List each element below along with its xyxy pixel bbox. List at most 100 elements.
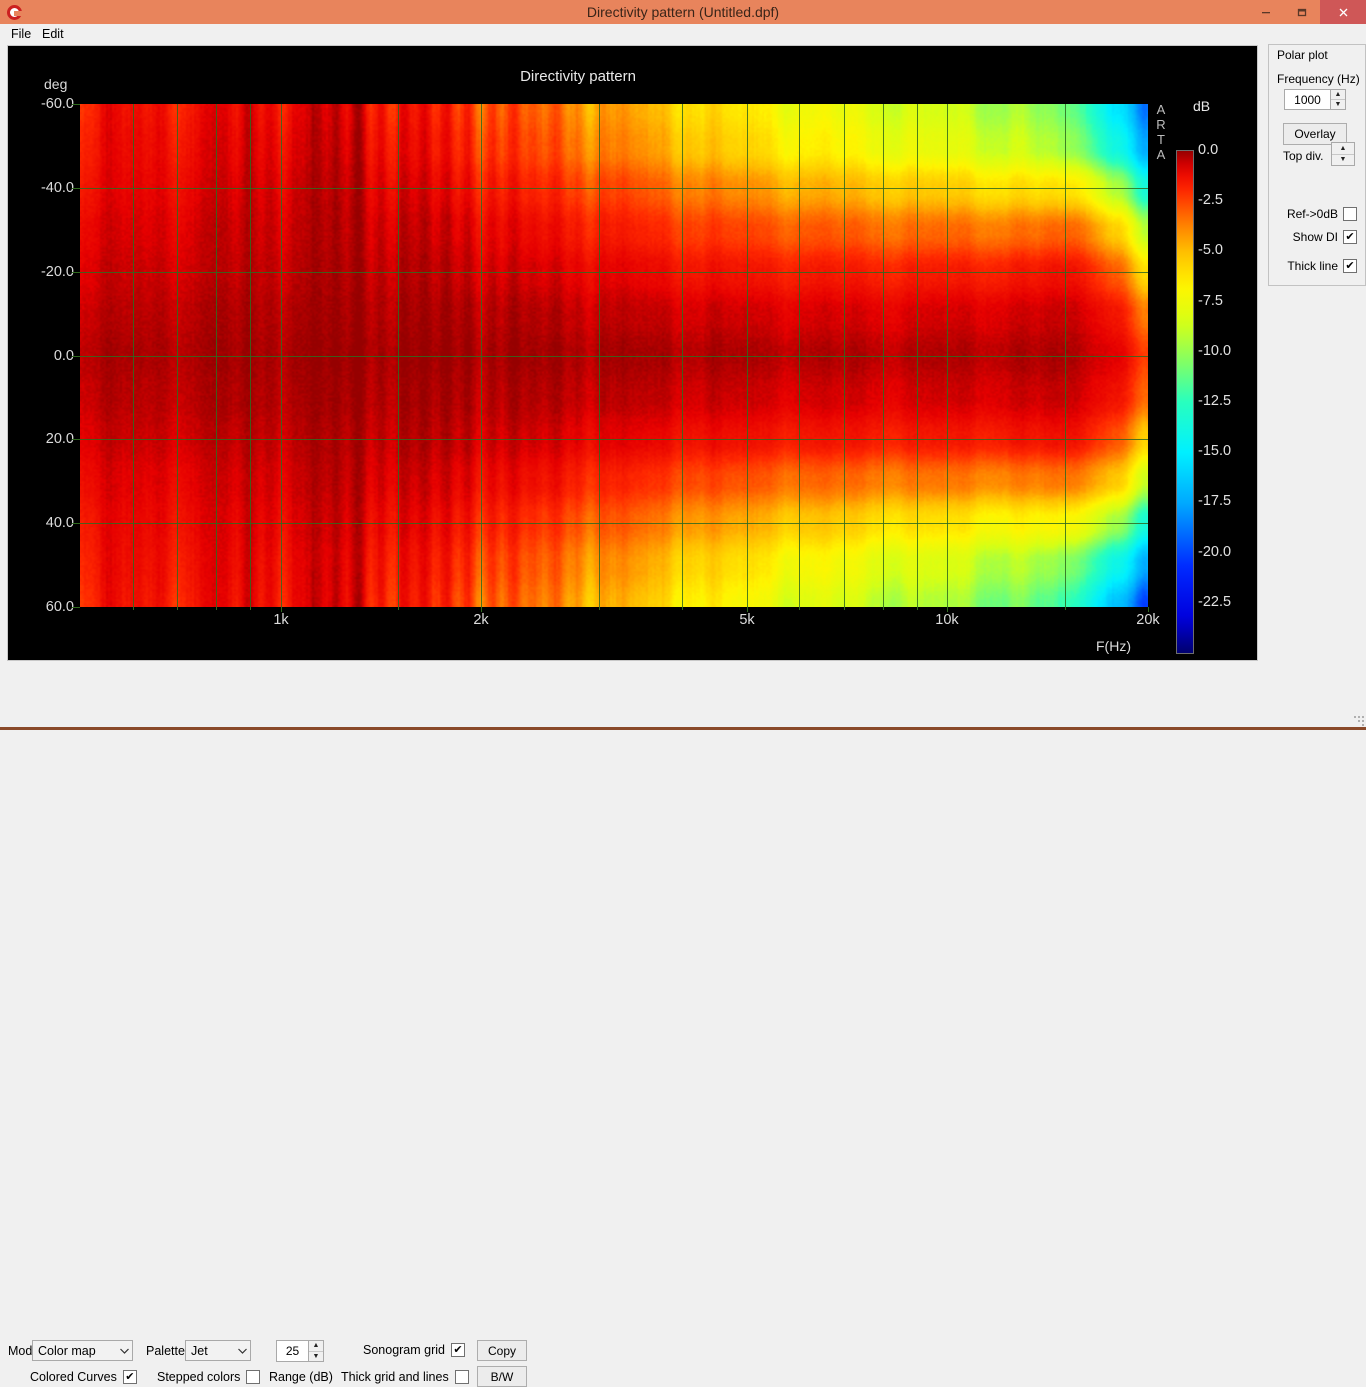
x-axis-label: F(Hz): [1096, 638, 1131, 654]
top-div-up-icon[interactable]: ▲: [1332, 143, 1354, 155]
x-axis-tick: [216, 607, 217, 610]
colorbar-tick-label: -20.0: [1198, 543, 1232, 560]
stepped-colors-label: Stepped colors: [157, 1370, 241, 1384]
y-axis-tick: [72, 439, 80, 440]
x-axis-tick: [177, 607, 178, 610]
sonogram-grid-checkbox[interactable]: ✔: [451, 1343, 465, 1357]
range-stepper[interactable]: 25 ▲ ▼: [276, 1340, 324, 1362]
y-axis-tick: [72, 523, 80, 524]
bw-button[interactable]: B/W: [477, 1366, 527, 1387]
thick-grid-label: Thick grid and lines: [341, 1370, 449, 1384]
thick-line-label: Thick line: [1287, 259, 1338, 273]
chevron-down-icon[interactable]: [234, 1348, 250, 1354]
x-axis-tick: [1065, 607, 1066, 610]
sonogram-image: [80, 104, 1148, 607]
x-axis-tick: [398, 607, 399, 610]
colorbar: [1176, 150, 1194, 654]
range-down-icon[interactable]: ▼: [309, 1351, 323, 1361]
y-axis-labels: -60.0 -40.0 -20.0 0.0 20.0 40.0 60.0: [8, 96, 74, 615]
x-axis-tick-label: 20k: [1136, 612, 1160, 628]
palette-select[interactable]: Jet: [185, 1340, 251, 1361]
x-axis-tick: [799, 607, 800, 610]
colorbar-unit: dB: [1193, 98, 1211, 114]
y-axis-tick: [72, 607, 80, 608]
x-axis-tick-label: 1k: [273, 612, 289, 628]
colorbar-tick-label: -5.0: [1198, 242, 1223, 259]
x-axis-tick: [844, 607, 845, 610]
top-div-stepper[interactable]: ▲ ▼: [1331, 142, 1355, 166]
colorbar-tick-label: -15.0: [1198, 443, 1232, 460]
y-axis-tick-label: -20.0: [40, 264, 74, 280]
menu-edit[interactable]: Edit: [36, 24, 70, 44]
range-value[interactable]: 25: [277, 1341, 308, 1361]
ref-0db-checkbox[interactable]: [1343, 207, 1357, 221]
mode-select[interactable]: Color map: [32, 1340, 133, 1361]
title-bar: Directivity pattern (Untitled.dpf): [0, 0, 1366, 25]
colorbar-tick-label: -12.5: [1198, 393, 1232, 409]
range-label: Range (dB): [269, 1370, 333, 1384]
window-title: Directivity pattern (Untitled.dpf): [586, 4, 780, 20]
range-up-icon[interactable]: ▲: [309, 1341, 323, 1352]
colorbar-tick-label: -7.5: [1198, 292, 1223, 309]
colorbar-tick-label: 0.0: [1198, 142, 1219, 158]
colored-curves-label: Colored Curves: [30, 1370, 117, 1384]
top-div-label: Top div.: [1283, 149, 1324, 163]
thick-grid-row[interactable]: Thick grid and lines: [341, 1370, 469, 1384]
close-button[interactable]: [1320, 0, 1366, 24]
sonogram-grid-row[interactable]: Sonogram grid ✔: [363, 1343, 465, 1357]
palette-label: Palette: [146, 1344, 185, 1358]
y-axis-tick-label: -60.0: [40, 96, 74, 112]
stepped-colors-checkbox[interactable]: [246, 1370, 261, 1384]
y-axis-tick-label: -40.0: [40, 180, 74, 196]
y-axis-tick-label: 60.0: [45, 599, 74, 615]
polar-plot-title: Polar plot: [1277, 48, 1328, 62]
show-di-checkbox[interactable]: ✔: [1343, 230, 1357, 244]
arta-watermark: ARTA: [1156, 102, 1166, 162]
x-axis-tick-label: 10k: [935, 612, 959, 628]
x-axis-tick: [682, 607, 683, 610]
y-axis-tick-label: 0.0: [53, 348, 74, 364]
colored-curves-checkbox[interactable]: ✔: [122, 1370, 137, 1384]
bottom-toolbar: Mode Color map Colored Curves ✔ Palette …: [0, 666, 1366, 1387]
thick-line-checkbox[interactable]: ✔: [1343, 259, 1357, 273]
y-axis-tick: [72, 356, 80, 357]
frequency-value[interactable]: 1000: [1285, 90, 1330, 109]
frequency-stepper[interactable]: 1000 ▲ ▼: [1284, 89, 1346, 110]
mode-value: Color map: [38, 1343, 96, 1358]
copy-button[interactable]: Copy: [477, 1340, 527, 1361]
ref-0db-label: Ref->0dB: [1286, 207, 1338, 221]
x-axis-tick-label: 2k: [473, 612, 489, 628]
y-axis-unit: deg: [44, 76, 68, 92]
menu-file[interactable]: File: [5, 24, 37, 44]
stepped-colors-row[interactable]: Stepped colors: [157, 1370, 261, 1384]
x-axis-tick-label: 5k: [739, 612, 755, 628]
y-axis-tick-label: 20.0: [45, 431, 74, 447]
resize-grip[interactable]: [1350, 712, 1364, 726]
minimize-button[interactable]: [1248, 0, 1284, 24]
plot-title: Directivity pattern: [520, 68, 636, 85]
ref-0db-checkbox-row[interactable]: Ref->0dB: [1287, 207, 1357, 221]
frequency-down-icon[interactable]: ▼: [1331, 100, 1345, 109]
frequency-label: Frequency (Hz): [1277, 72, 1360, 86]
polar-plot-panel: Polar plot Frequency (Hz) 1000 ▲ ▼ Overl…: [1268, 44, 1366, 286]
top-div-down-icon[interactable]: ▼: [1332, 154, 1354, 165]
maximize-button[interactable]: [1284, 0, 1320, 24]
frequency-up-icon[interactable]: ▲: [1331, 90, 1345, 100]
colored-curves-row[interactable]: Colored Curves ✔: [30, 1370, 137, 1384]
x-axis-tick: [133, 607, 134, 610]
menu-bar: File Edit: [0, 24, 1366, 44]
app-window: Directivity pattern (Untitled.dpf) File …: [0, 0, 1366, 1387]
directivity-plot-panel[interactable]: Directivity pattern deg dB F(Hz) ARTA -6…: [8, 46, 1257, 660]
x-axis-tick: [883, 607, 884, 610]
show-di-checkbox-row[interactable]: Show DI ✔: [1293, 230, 1357, 244]
window-controls: [1248, 0, 1366, 24]
thick-line-checkbox-row[interactable]: Thick line ✔: [1287, 259, 1357, 273]
colorbar-tick-label: -17.5: [1198, 493, 1232, 510]
colorbar-tick-label: -2.5: [1198, 192, 1223, 209]
y-axis-tick: [72, 188, 80, 189]
chevron-down-icon[interactable]: [116, 1348, 132, 1354]
palette-value: Jet: [191, 1343, 208, 1358]
x-axis-tick: [250, 607, 251, 610]
thick-grid-checkbox[interactable]: [454, 1370, 469, 1384]
y-axis-tick: [72, 104, 80, 105]
